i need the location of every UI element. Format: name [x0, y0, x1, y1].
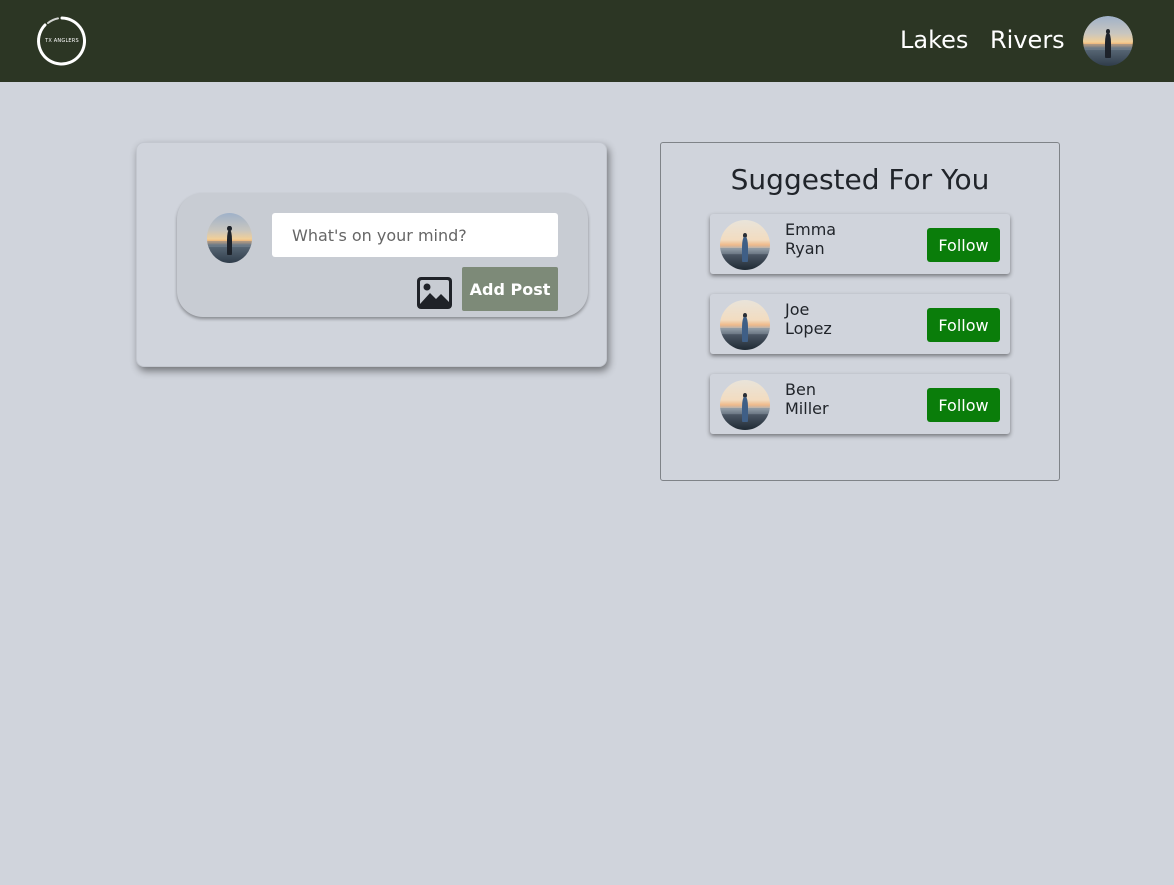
post-composer: Add Post [177, 193, 588, 317]
image-upload-icon[interactable] [417, 277, 452, 309]
follow-button[interactable]: Follow [927, 388, 1000, 422]
nav-link-rivers[interactable]: Rivers [990, 26, 1065, 54]
suggestion-item: Emma Ryan Follow [710, 214, 1010, 274]
nav-link-lakes[interactable]: Lakes [900, 26, 968, 54]
create-post-card: Add Post [136, 142, 607, 367]
suggestion-avatar[interactable] [720, 220, 770, 270]
follow-button[interactable]: Follow [927, 308, 1000, 342]
suggestion-avatar[interactable] [720, 380, 770, 430]
post-text-input[interactable] [272, 213, 558, 257]
suggestion-name[interactable]: Joe Lopez [785, 300, 855, 338]
profile-avatar[interactable] [1083, 16, 1133, 66]
composer-avatar [207, 213, 252, 263]
top-navbar: TX ANGLERS Lakes Rivers [0, 0, 1174, 82]
suggestion-item: Joe Lopez Follow [710, 294, 1010, 354]
brand-logo[interactable]: TX ANGLERS [36, 15, 88, 67]
suggestion-last-name: Lopez [785, 319, 832, 338]
suggestion-first-name: Emma [785, 220, 837, 239]
follow-button[interactable]: Follow [927, 228, 1000, 262]
suggestion-first-name: Ben [785, 380, 816, 399]
suggestion-last-name: Ryan [785, 239, 825, 258]
logo-text: TX ANGLERS [45, 38, 79, 44]
suggestion-last-name: Miller [785, 399, 829, 418]
suggestion-avatar[interactable] [720, 300, 770, 350]
suggestion-name[interactable]: Ben Miller [785, 380, 855, 418]
suggestion-name[interactable]: Emma Ryan [785, 220, 855, 258]
add-post-button[interactable]: Add Post [462, 267, 558, 311]
suggestions-title: Suggested For You [730, 163, 990, 196]
suggestion-item: Ben Miller Follow [710, 374, 1010, 434]
suggestions-panel: Suggested For You Emma Ryan Follow Joe L… [660, 142, 1060, 481]
suggestion-first-name: Joe [785, 300, 810, 319]
